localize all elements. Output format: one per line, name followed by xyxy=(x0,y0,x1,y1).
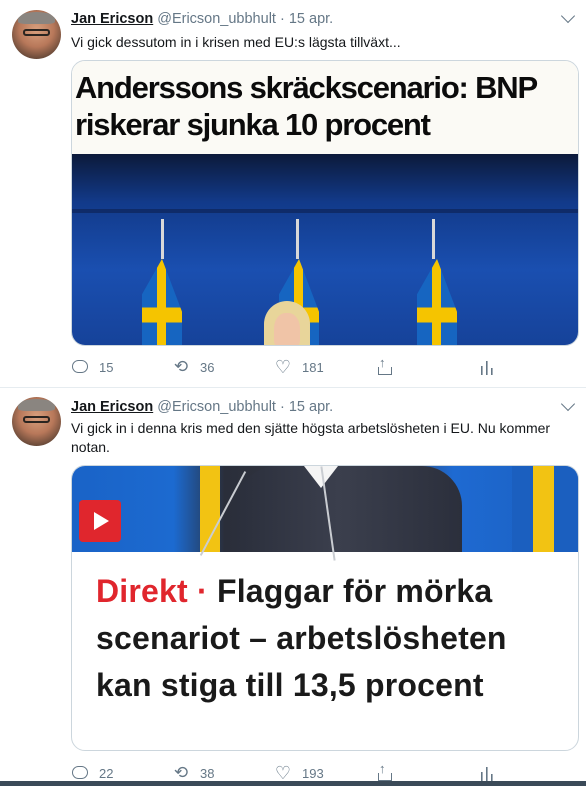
chevron-down-icon[interactable] xyxy=(560,396,576,412)
author-name[interactable]: Jan Ericson xyxy=(71,11,153,27)
retweet-button[interactable]: ⟲ 38 xyxy=(172,763,215,782)
heart-icon: ♡ xyxy=(274,763,292,783)
avatar-hair xyxy=(18,399,55,411)
retweet-count: 36 xyxy=(200,359,215,375)
like-count: 193 xyxy=(302,765,324,781)
share-button[interactable] xyxy=(376,761,404,782)
card-kicker: Direkt xyxy=(96,573,188,609)
play-icon[interactable] xyxy=(79,500,121,542)
retweet-count: 38 xyxy=(200,765,215,781)
avatar-glasses xyxy=(23,29,50,36)
card-headline-line: Anderssons skräckscenario: BNP xyxy=(75,70,538,105)
tweet[interactable]: Jan Ericson @Ericson_ubbhult · 15 apr. V… xyxy=(0,388,586,786)
card-headline: Direkt · Flaggar för mörka scenariot – a… xyxy=(96,568,566,709)
heart-icon: ♡ xyxy=(274,357,292,377)
share-icon xyxy=(376,355,394,376)
author-handle[interactable]: @Ericson_ubbhult xyxy=(157,11,276,27)
tweet-text: Vi gick dessutom in i krisen med EU:s lä… xyxy=(71,34,401,50)
author-name[interactable]: Jan Ericson xyxy=(71,399,153,415)
link-card[interactable]: Anderssons skräckscenario: BNP riskerar … xyxy=(71,60,579,346)
flag-pole xyxy=(432,219,435,259)
reply-icon xyxy=(71,358,89,376)
card-image xyxy=(72,466,578,561)
avatar-hair xyxy=(18,12,55,24)
reply-button[interactable]: 22 xyxy=(71,764,113,782)
separator-dot: · xyxy=(279,11,285,27)
tweet-header: Jan Ericson @Ericson_ubbhult · 15 apr. xyxy=(71,10,333,28)
tweet-header: Jan Ericson @Ericson_ubbhult · 15 apr. xyxy=(71,398,333,416)
kicker-separator: · xyxy=(187,573,217,609)
link-card[interactable]: Direkt · Flaggar för mörka scenariot – a… xyxy=(71,465,579,751)
reply-icon xyxy=(71,764,89,782)
tweet[interactable]: Jan Ericson @Ericson_ubbhult · 15 apr. V… xyxy=(0,0,586,388)
analytics-button[interactable] xyxy=(478,764,506,782)
avatar-glasses xyxy=(23,416,50,423)
swedish-flag-icon xyxy=(417,259,457,345)
backdrop-stripe xyxy=(72,209,578,213)
tweet-date[interactable]: 15 apr. xyxy=(289,11,333,27)
avatar[interactable] xyxy=(12,397,61,446)
tweet-date[interactable]: 15 apr. xyxy=(289,399,333,415)
reply-button[interactable]: 15 xyxy=(71,358,113,376)
author-handle[interactable]: @Ericson_ubbhult xyxy=(157,399,276,415)
card-headline-line: riskerar sjunka 10 procent xyxy=(75,107,431,142)
chevron-down-icon[interactable] xyxy=(560,8,576,24)
flag-pole xyxy=(161,219,164,259)
analytics-button[interactable] xyxy=(478,358,506,376)
share-button[interactable] xyxy=(376,355,404,376)
card-image xyxy=(72,154,578,345)
bottom-divider xyxy=(0,781,586,786)
avatar[interactable] xyxy=(12,10,61,59)
separator-dot: · xyxy=(279,399,285,415)
card-headline: Anderssons skräckscenario: BNP riskerar … xyxy=(72,61,578,154)
swedish-flag-icon xyxy=(142,259,182,345)
flag-pole xyxy=(296,219,299,259)
retweet-button[interactable]: ⟲ 36 xyxy=(172,357,215,376)
analytics-icon xyxy=(478,358,496,376)
share-icon xyxy=(376,761,394,782)
retweet-icon: ⟲ xyxy=(173,357,189,376)
reply-count: 22 xyxy=(99,765,114,781)
analytics-icon xyxy=(478,764,496,782)
reply-count: 15 xyxy=(99,359,114,375)
like-count: 181 xyxy=(302,359,324,375)
speaker-figure xyxy=(237,466,462,552)
speaker-face xyxy=(274,313,300,345)
retweet-icon: ⟲ xyxy=(173,763,189,782)
tweet-actions: 15 ⟲ 36 ♡ 181 xyxy=(71,355,571,378)
tweet-text: Vi gick in i denna kris med den sjätte h… xyxy=(71,420,551,455)
like-button[interactable]: ♡ 193 xyxy=(274,764,324,782)
like-button[interactable]: ♡ 181 xyxy=(274,358,324,376)
speaker-figure xyxy=(262,301,312,345)
flag-stripe xyxy=(512,466,578,552)
